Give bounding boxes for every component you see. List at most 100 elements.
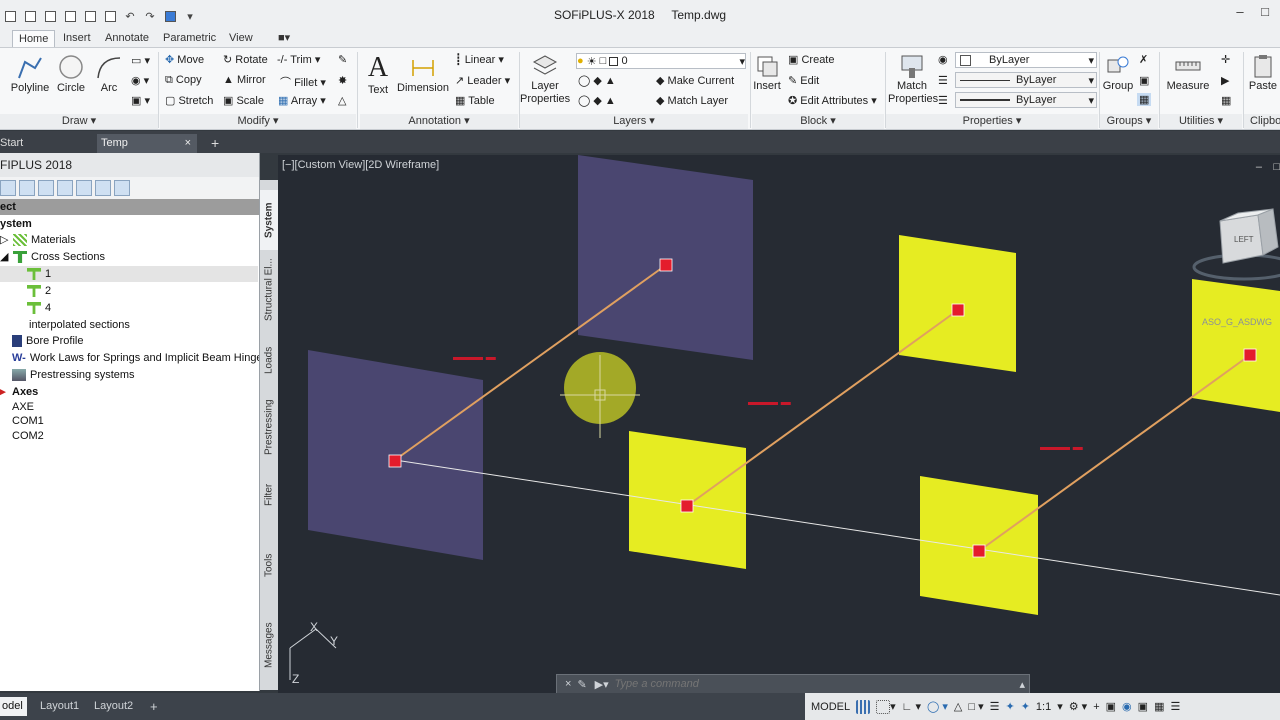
gear-icon[interactable]: ⚙ ▾ bbox=[1066, 696, 1090, 718]
scale-button[interactable]: ▣ Scale bbox=[223, 94, 264, 107]
project-header[interactable]: ect bbox=[0, 199, 259, 215]
tab-layout1[interactable]: Layout1 bbox=[36, 697, 83, 716]
workspace-icon[interactable]: ▣ bbox=[1103, 696, 1119, 718]
palette-tool-icon[interactable] bbox=[38, 180, 54, 196]
tree-item-cs-2[interactable]: 2 bbox=[27, 283, 51, 299]
customize-icon[interactable]: ☰ bbox=[1167, 696, 1183, 718]
close-icon[interactable]: × bbox=[185, 134, 191, 153]
tree-item-com2[interactable]: COM2 bbox=[12, 428, 44, 444]
mirror-button[interactable]: ▲ Mirror bbox=[223, 74, 266, 86]
leader-button[interactable]: ↗ Leader ▾ bbox=[455, 74, 510, 87]
tree-item-work-laws[interactable]: W- Work Laws for Springs and Implicit Bea… bbox=[12, 350, 259, 366]
tab-parametric[interactable]: Parametric bbox=[157, 30, 222, 47]
copy-button[interactable]: ⧉ Copy bbox=[165, 74, 202, 87]
groups-panel-title[interactable]: Groups ▾ bbox=[1100, 114, 1158, 129]
isodraft-icon[interactable]: △ bbox=[951, 696, 965, 718]
trim-button[interactable]: -/- Trim ▾ bbox=[277, 53, 320, 66]
side-tab-prestressing[interactable]: Prestressing bbox=[260, 392, 278, 462]
table-button[interactable]: ▦ Table bbox=[455, 94, 495, 107]
rectangle-tool-icon[interactable]: ▣ ▾ bbox=[131, 94, 150, 107]
tree-item-com1[interactable]: COM1 bbox=[12, 413, 44, 429]
group-button[interactable]: Group bbox=[1100, 52, 1136, 92]
modify-panel-title[interactable]: Modify ▾ bbox=[160, 114, 356, 129]
layer-tools-row2[interactable]: ◯ ◆ ▲ bbox=[578, 94, 616, 107]
side-tab-tools[interactable]: Tools bbox=[260, 540, 278, 590]
close-icon[interactable]: × bbox=[565, 678, 571, 690]
hardware-acceleration-icon[interactable]: ◉ bbox=[1119, 696, 1135, 718]
side-tab-system[interactable]: System bbox=[260, 190, 278, 250]
maximize-icon[interactable]: □ bbox=[1255, 4, 1275, 19]
tab-model[interactable]: odel bbox=[0, 697, 27, 716]
properties-panel-title[interactable]: Properties ▾ bbox=[886, 114, 1098, 129]
color-wheel-icon[interactable]: ◉ bbox=[938, 53, 948, 66]
array-button[interactable]: ▦ Array ▾ bbox=[278, 94, 326, 107]
chevron-down-icon[interactable]: ▾ bbox=[1054, 696, 1066, 718]
palette-tool-icon[interactable] bbox=[95, 180, 111, 196]
palette-tool-icon[interactable] bbox=[114, 180, 130, 196]
wrench-icon[interactable]: ✎ bbox=[577, 678, 586, 691]
tree-item-cross-sections[interactable]: ◢ Cross Sections bbox=[0, 249, 105, 265]
measure-button[interactable]: Measure bbox=[1164, 52, 1212, 92]
side-tab-messages[interactable]: Messages bbox=[260, 610, 278, 680]
tab-view[interactable]: View bbox=[223, 30, 259, 47]
quick-select-icon[interactable]: ▶ bbox=[1221, 74, 1229, 87]
lineweight-dropdown[interactable]: ByLayer ▾ bbox=[955, 92, 1097, 108]
tree-item-cs-4[interactable]: 4 bbox=[27, 300, 51, 316]
isolate-objects-icon[interactable]: ▣ bbox=[1135, 696, 1151, 718]
tab-more-dropdown[interactable]: ■▾ bbox=[272, 30, 296, 47]
tab-temp[interactable]: Temp × bbox=[97, 134, 197, 153]
wcs-label[interactable]: ASO_G_ASDWG bbox=[1202, 317, 1272, 327]
linear-button[interactable]: ┋ Linear ▾ bbox=[455, 53, 504, 66]
tree-item-cs-1[interactable]: 1 bbox=[0, 266, 258, 282]
annotation-panel-title[interactable]: Annotation ▾ bbox=[360, 114, 518, 129]
layer-dropdown[interactable]: ● ☀ □ 0 ▾ bbox=[576, 53, 746, 69]
polyline-button[interactable]: Polyline bbox=[8, 54, 52, 94]
snap-icon[interactable]: ▾ bbox=[873, 696, 899, 718]
palette-tool-icon[interactable] bbox=[76, 180, 92, 196]
add-layout-button[interactable]: + bbox=[146, 697, 162, 716]
paste-button[interactable]: Paste bbox=[1246, 52, 1280, 92]
hatch-tool-icon[interactable]: ◉ ▾ bbox=[131, 74, 149, 87]
rotate-button[interactable]: ↻ Rotate bbox=[223, 53, 268, 66]
drawing-viewport[interactable]: [−][Custom View][2D Wireframe] – □ ▬▬▬ ▬… bbox=[278, 155, 1280, 693]
polar-icon[interactable]: ◯ ▾ bbox=[924, 696, 951, 718]
grid-icon[interactable] bbox=[853, 696, 873, 718]
stretch-button[interactable]: ▢ Stretch bbox=[165, 94, 213, 107]
group-edit-icon[interactable]: ▣ bbox=[1139, 74, 1149, 87]
tab-annotate[interactable]: Annotate bbox=[99, 30, 155, 47]
explode-icon[interactable]: ✸ bbox=[338, 74, 347, 87]
tree-item-bore-profile[interactable]: Bore Profile bbox=[12, 333, 83, 349]
ungroup-icon[interactable]: ✗ bbox=[1139, 53, 1148, 66]
palette-tool-icon[interactable] bbox=[0, 180, 16, 196]
tree-item-prestressing[interactable]: Prestressing systems bbox=[12, 367, 135, 383]
tree-item-interpolated-sections[interactable]: interpolated sections bbox=[29, 317, 130, 333]
erase-icon[interactable]: ✎ bbox=[338, 53, 347, 66]
palette-tool-icon[interactable] bbox=[57, 180, 73, 196]
move-button[interactable]: ✥ Move bbox=[165, 53, 204, 66]
palette-tool-icon[interactable] bbox=[19, 180, 35, 196]
tab-start[interactable]: Start bbox=[0, 134, 96, 153]
minimize-icon[interactable]: – bbox=[1230, 4, 1250, 19]
utilities-panel-title[interactable]: Utilities ▾ bbox=[1160, 114, 1242, 129]
clean-screen-icon[interactable]: ▦ bbox=[1151, 696, 1167, 718]
viewcube-face-label[interactable]: LEFT bbox=[1234, 235, 1254, 244]
layer-tools-row1[interactable]: ◯ ◆ ▲ bbox=[578, 74, 616, 87]
circle-button[interactable]: Circle bbox=[52, 54, 90, 94]
text-button[interactable]: A Text bbox=[362, 52, 394, 96]
layers-panel-title[interactable]: Layers ▾ bbox=[520, 114, 748, 129]
model-space-toggle[interactable]: MODEL bbox=[805, 696, 853, 718]
edit-block-button[interactable]: ✎ Edit bbox=[788, 74, 819, 87]
side-tab-filter[interactable]: Filter bbox=[260, 470, 278, 520]
side-tab-loads[interactable]: Loads bbox=[260, 335, 278, 385]
command-history-icon[interactable]: ▴ bbox=[1019, 678, 1025, 691]
linetype-dropdown[interactable]: ByLayer ▾ bbox=[955, 72, 1097, 88]
match-properties-button[interactable]: Match Properties bbox=[888, 52, 938, 106]
create-block-button[interactable]: ▣ Create bbox=[788, 53, 835, 66]
tab-layout2[interactable]: Layout2 bbox=[90, 697, 137, 716]
line-tool-icon[interactable]: ▭ ▾ bbox=[131, 54, 150, 67]
annotation-visibility-icon[interactable]: ✦ bbox=[1002, 696, 1017, 718]
group-select-icon[interactable]: ▦ bbox=[1137, 93, 1152, 106]
calculator-icon[interactable]: ▦ bbox=[1221, 94, 1231, 107]
annotation-scale[interactable]: 1:1 bbox=[1033, 696, 1054, 718]
osnap-icon[interactable]: □ ▾ bbox=[965, 696, 986, 718]
